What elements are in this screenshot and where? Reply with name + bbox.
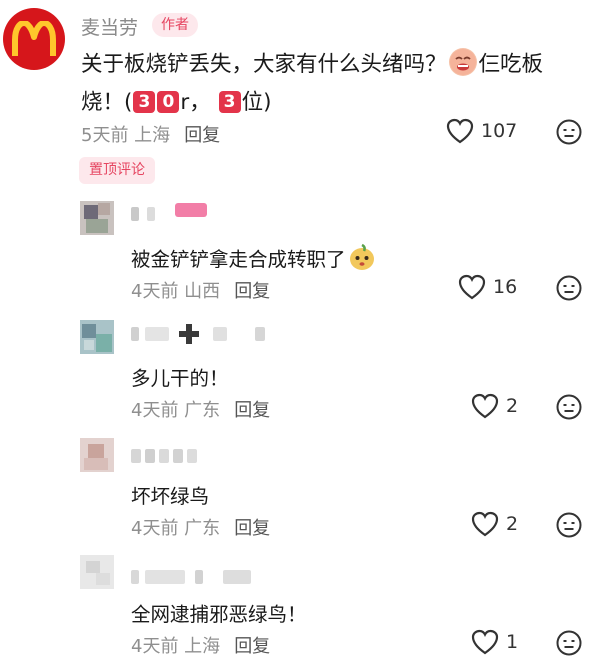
like-button[interactable]: 2 bbox=[471, 511, 518, 537]
heart-icon bbox=[446, 118, 474, 144]
pear-face-emoji-icon bbox=[348, 243, 376, 271]
reply-meta: 4天前 广东 回复 bbox=[131, 518, 271, 539]
pinned-comment-badge: 置顶评论 bbox=[79, 157, 155, 184]
timestamp-location: 5天前 上海 bbox=[81, 125, 171, 146]
reply-text: 多儿干的！ bbox=[131, 367, 229, 390]
reply-text: 被金铲铲拿走合成转职了 bbox=[131, 243, 378, 272]
reply-text: 坏坏绿鸟 bbox=[131, 485, 210, 508]
number-box: 3 bbox=[218, 91, 241, 113]
like-count: 2 bbox=[506, 513, 519, 535]
avatar[interactable] bbox=[80, 320, 114, 354]
author-comment-text: 关于板烧铲丢失，大家有什么头绪吗？ 仨吃板 烧！(3 0 r， 3 位) bbox=[81, 46, 561, 122]
dislike-face-icon[interactable] bbox=[556, 630, 582, 656]
comment-thread: 麦当劳 作者 关于板烧铲丢失，大家有什么头绪吗？ 仨吃板 烧！(3 0 r， 3 位)… bbox=[0, 0, 605, 664]
author-badge: 作者 bbox=[152, 13, 198, 37]
like-count: 1 bbox=[506, 631, 519, 653]
like-button[interactable]: 1 bbox=[471, 629, 518, 655]
dislike-face-icon[interactable] bbox=[556, 275, 582, 301]
reply-meta: 4天前 山西 回复 bbox=[131, 281, 271, 302]
golden-arches-icon bbox=[12, 21, 56, 56]
author-username[interactable]: 麦当劳 bbox=[81, 13, 138, 40]
reply-button[interactable]: 回复 bbox=[184, 125, 220, 146]
reply-button[interactable]: 回复 bbox=[234, 636, 270, 657]
avatar[interactable] bbox=[80, 201, 114, 235]
like-button[interactable]: 107 bbox=[446, 118, 517, 144]
like-count: 107 bbox=[481, 120, 518, 142]
dislike-face-icon[interactable] bbox=[556, 512, 582, 538]
like-button[interactable]: 2 bbox=[471, 393, 518, 419]
dislike-face-icon[interactable] bbox=[556, 119, 582, 145]
reply-button[interactable]: 回复 bbox=[234, 281, 270, 302]
dislike-face-icon[interactable] bbox=[556, 394, 582, 420]
heart-icon bbox=[471, 511, 499, 537]
reply-button[interactable]: 回复 bbox=[234, 400, 270, 421]
number-box: 3 bbox=[133, 91, 156, 113]
author-comment-meta: 5天前 上海 回复 bbox=[81, 121, 220, 147]
like-count: 16 bbox=[493, 276, 518, 298]
heart-icon bbox=[458, 274, 486, 300]
mcdonalds-logo-avatar[interactable] bbox=[3, 8, 65, 70]
number-box: 0 bbox=[157, 91, 180, 113]
heart-icon bbox=[471, 629, 499, 655]
blurred-username[interactable] bbox=[131, 203, 211, 221]
avatar[interactable] bbox=[80, 555, 114, 589]
avatar[interactable] bbox=[80, 438, 114, 472]
reply-meta: 4天前 广东 回复 bbox=[131, 400, 271, 421]
reply-text: 全网逮捕邪恶绿鸟！ bbox=[131, 603, 307, 626]
blurred-username[interactable] bbox=[131, 570, 261, 584]
reply-meta: 4天前 上海 回复 bbox=[131, 636, 271, 657]
heart-icon bbox=[471, 393, 499, 419]
reply-button[interactable]: 回复 bbox=[234, 518, 270, 539]
like-count: 2 bbox=[506, 395, 519, 417]
like-button[interactable]: 16 bbox=[458, 274, 517, 300]
blurred-username[interactable] bbox=[131, 324, 281, 344]
crying-face-emoji-icon bbox=[448, 48, 477, 76]
blurred-username[interactable] bbox=[131, 449, 201, 463]
